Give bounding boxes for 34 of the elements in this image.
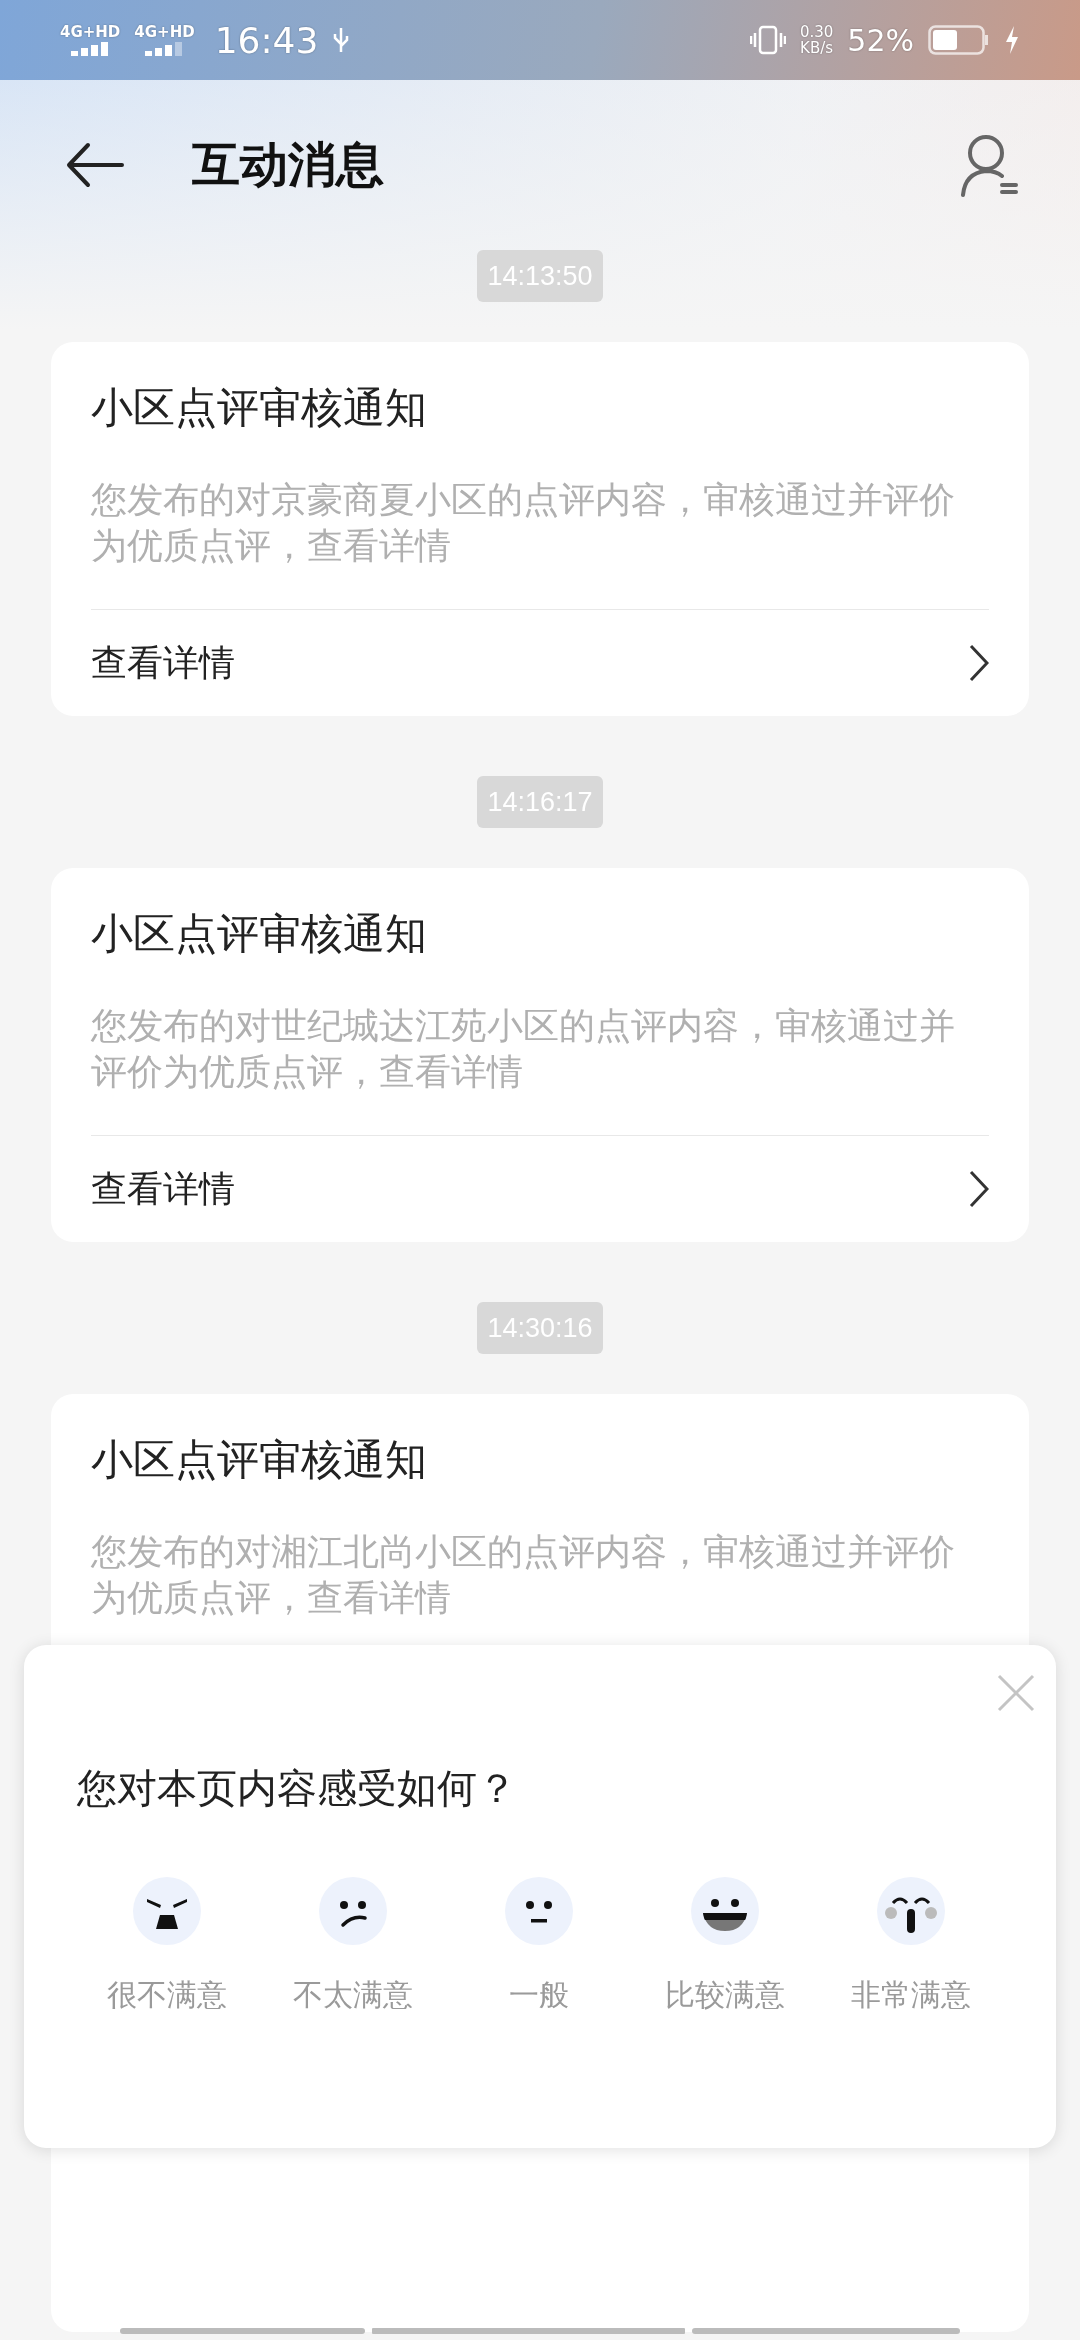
network-label: 4G+HD <box>134 24 195 40</box>
charging-icon <box>1004 25 1020 55</box>
chevron-right-icon <box>969 1170 989 1208</box>
battery-icon <box>928 25 990 55</box>
rating-option[interactable]: 非常满意 <box>818 1875 1004 2016</box>
happy-face-icon <box>689 1875 761 1947</box>
usb-icon <box>332 26 351 54</box>
rating-option[interactable]: 一般 <box>446 1875 632 2016</box>
message-title: 小区点评审核通知 <box>91 908 428 960</box>
message-body: 您发布的对湘江北尚小区的点评内容，审核通过并评价为优质点评，查看详情 <box>91 1530 956 1620</box>
back-icon[interactable] <box>66 142 126 188</box>
feedback-question: 您对本页内容感受如何？ <box>77 1764 518 1813</box>
page-title: 互动消息 <box>192 135 385 194</box>
message-title: 小区点评审核通知 <box>91 382 428 434</box>
message-title: 小区点评审核通知 <box>91 1434 428 1486</box>
speed-value: 0.30 <box>799 24 834 40</box>
chevron-right-icon <box>969 644 989 682</box>
message-body: 您发布的对京豪商夏小区的点评内容，审核通过并评价为优质点评，查看详情 <box>91 478 956 568</box>
battery-percent: 52% <box>847 22 914 58</box>
rating-option[interactable]: 比较满意 <box>632 1875 818 2016</box>
angry-face-icon <box>131 1875 203 1947</box>
user-icon[interactable] <box>960 133 1020 197</box>
vibrate-icon <box>749 25 786 55</box>
rating-option[interactable]: 很不满意 <box>74 1875 260 2016</box>
message-body: 您发布的对世纪城达江苑小区的点评内容，审核通过并评价为优质点评，查看详情 <box>91 1004 956 1094</box>
speed-unit: KB/s <box>800 40 834 56</box>
view-details-link[interactable]: 查看详情 <box>91 1136 989 1242</box>
network-label: 4G+HD <box>60 24 121 40</box>
view-details-link[interactable]: 查看详情 <box>91 610 989 716</box>
rating-option[interactable]: 不太满意 <box>260 1875 446 2016</box>
amazed-face-icon <box>875 1875 947 1947</box>
clock: 16:43 <box>214 19 319 61</box>
neutral-face-icon <box>503 1875 575 1947</box>
unhappy-face-icon <box>317 1875 389 1947</box>
